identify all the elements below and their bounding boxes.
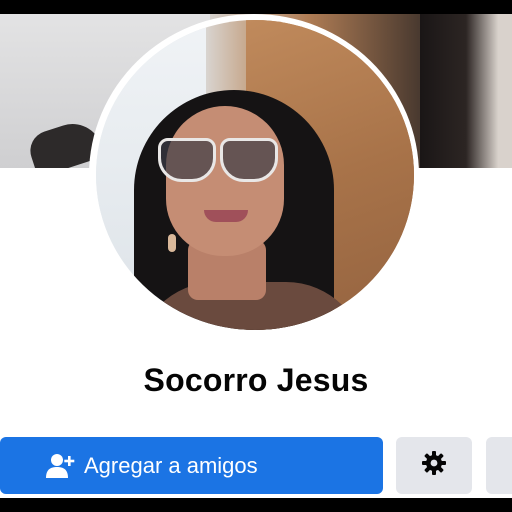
profile-name: Socorro Jesus <box>143 362 369 398</box>
avatar-sunglasses-right <box>220 138 278 182</box>
avatar-earring <box>168 234 176 252</box>
person-add-icon <box>46 452 76 480</box>
profile-screen: Socorro Jesus Agregar a amigos <box>0 14 512 498</box>
cover-photo-right-area <box>420 14 512 168</box>
add-friend-label: Agregar a amigos <box>84 452 258 478</box>
avatar[interactable] <box>96 20 414 330</box>
more-options-button[interactable] <box>486 437 512 494</box>
avatar-sunglasses-left <box>158 138 216 182</box>
settings-button[interactable] <box>396 437 472 494</box>
gear-icon <box>421 450 447 481</box>
add-friend-button[interactable]: Agregar a amigos <box>0 437 383 494</box>
avatar-lips <box>204 210 248 222</box>
